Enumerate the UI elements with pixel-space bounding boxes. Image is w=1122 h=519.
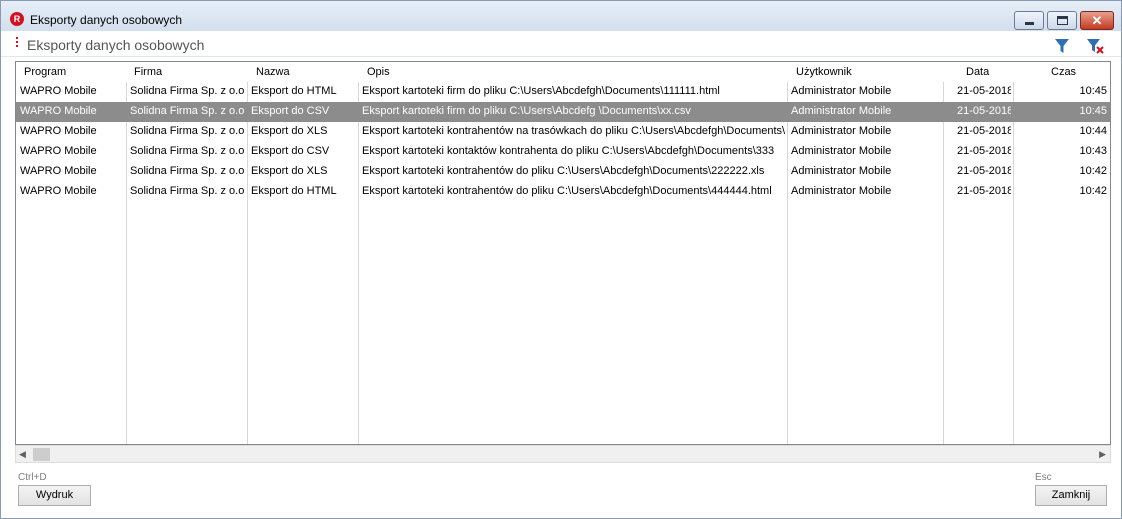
drag-handle-icon bbox=[16, 37, 19, 51]
table-row[interactable]: WAPRO Mobile Solidna Firma Sp. z o.o. Eksp… bbox=[16, 122, 1110, 142]
close-button[interactable]: Zamknij bbox=[1035, 485, 1107, 506]
close-icon: ✕ bbox=[1091, 13, 1103, 28]
column-header-nazwa[interactable]: Nazwa bbox=[256, 66, 290, 78]
app-logo-icon: R bbox=[10, 12, 24, 26]
table-cell-firma: Solidna Firma Sp. z o.o. bbox=[130, 105, 244, 117]
table-cell-opis: Eksport kartoteki kontaktów kontrahenta … bbox=[362, 145, 775, 157]
table-cell-użytkownik: Administrator Mobile bbox=[791, 125, 892, 137]
table-row[interactable]: WAPRO Mobile Solidna Firma Sp. z o.o. Eksp… bbox=[16, 82, 1110, 102]
table-cell-nazwa: Eksport do HTML bbox=[251, 185, 337, 197]
table-row[interactable]: WAPRO Mobile Solidna Firma Sp. z o.o. Eksp… bbox=[16, 102, 1110, 122]
table-cell-nazwa: Eksport do CSV bbox=[251, 105, 330, 117]
column-header-data[interactable]: Data bbox=[966, 66, 989, 78]
table-cell-program: WAPRO Mobile bbox=[20, 85, 97, 97]
table-cell-data: 21-05-2018 bbox=[957, 125, 1011, 137]
table-cell-opis: Eksport kartoteki kontrahentów na trasów… bbox=[362, 125, 785, 137]
page-header: Eksporty danych osobowych bbox=[1, 31, 1121, 57]
table-cell-użytkownik: Administrator Mobile bbox=[791, 105, 892, 117]
table-cell-nazwa: Eksport do XLS bbox=[251, 125, 328, 137]
table-header: Program Firma Nazwa Opis Użytkownik Data… bbox=[16, 62, 1110, 82]
table-cell-czas: 10:45 bbox=[1079, 85, 1107, 97]
minimize-button[interactable] bbox=[1014, 11, 1044, 30]
table-cell-firma: Solidna Firma Sp. z o.o. bbox=[130, 165, 244, 177]
exports-table[interactable]: Program Firma Nazwa Opis Użytkownik Data… bbox=[15, 61, 1111, 445]
table-cell-data: 21-05-2018 bbox=[957, 185, 1011, 197]
column-header-uzytkownik[interactable]: Użytkownik bbox=[796, 66, 852, 78]
table-cell-data: 21-05-2018 bbox=[957, 85, 1011, 97]
title-bar[interactable]: R Eksporty danych osobowych ✕ bbox=[1, 1, 1121, 31]
column-header-program[interactable]: Program bbox=[24, 66, 66, 78]
close-shortcut-hint: Esc bbox=[1035, 472, 1052, 483]
table-cell-czas: 10:42 bbox=[1079, 185, 1107, 197]
window-title: Eksporty danych osobowych bbox=[30, 13, 183, 27]
column-header-firma[interactable]: Firma bbox=[134, 66, 162, 78]
print-shortcut-hint: Ctrl+D bbox=[18, 472, 47, 483]
table-cell-firma: Solidna Firma Sp. z o.o. bbox=[130, 125, 244, 137]
table-cell-firma: Solidna Firma Sp. z o.o. bbox=[130, 145, 244, 157]
table-cell-program: WAPRO Mobile bbox=[20, 185, 97, 197]
table-cell-data: 21-05-2018 bbox=[957, 145, 1011, 157]
minimize-icon bbox=[1025, 22, 1034, 25]
scroll-right-icon[interactable]: ▶ bbox=[1099, 449, 1106, 460]
table-cell-nazwa: Eksport do XLS bbox=[251, 165, 328, 177]
table-cell-program: WAPRO Mobile bbox=[20, 165, 97, 177]
table-cell-opis: Eksport kartoteki kontrahentów do pliku … bbox=[362, 165, 765, 177]
table-cell-program: WAPRO Mobile bbox=[20, 145, 97, 157]
table-cell-nazwa: Eksport do HTML bbox=[251, 85, 337, 97]
table-row[interactable]: WAPRO Mobile Solidna Firma Sp. z o.o. Eksp… bbox=[16, 142, 1110, 162]
table-cell-firma: Solidna Firma Sp. z o.o. bbox=[130, 185, 244, 197]
table-cell-użytkownik: Administrator Mobile bbox=[791, 85, 892, 97]
table-cell-opis: Eksport kartoteki firm do pliku C:\Users… bbox=[362, 105, 691, 117]
table-cell-data: 21-05-2018 bbox=[957, 105, 1011, 117]
table-cell-opis: Eksport kartoteki firm do pliku C:\Users… bbox=[362, 85, 720, 97]
table-row[interactable]: WAPRO Mobile Solidna Firma Sp. z o.o. Eksp… bbox=[16, 162, 1110, 182]
table-cell-użytkownik: Administrator Mobile bbox=[791, 185, 892, 197]
table-cell-data: 21-05-2018 bbox=[957, 165, 1011, 177]
table-cell-czas: 10:45 bbox=[1079, 105, 1107, 117]
scrollbar-thumb[interactable] bbox=[33, 448, 50, 461]
filter-icon[interactable] bbox=[1054, 38, 1070, 54]
print-button[interactable]: Wydruk bbox=[18, 485, 91, 506]
table-cell-opis: Eksport kartoteki kontrahentów do pliku … bbox=[362, 185, 772, 197]
scroll-left-icon[interactable]: ◀ bbox=[19, 449, 26, 460]
table-cell-czas: 10:44 bbox=[1079, 125, 1107, 137]
table-cell-program: WAPRO Mobile bbox=[20, 125, 97, 137]
table-row[interactable]: WAPRO Mobile Solidna Firma Sp. z o.o. Eksp… bbox=[16, 182, 1110, 202]
column-header-opis[interactable]: Opis bbox=[367, 66, 390, 78]
table-cell-czas: 10:43 bbox=[1079, 145, 1107, 157]
maximize-icon bbox=[1057, 16, 1068, 25]
table-cell-użytkownik: Administrator Mobile bbox=[791, 165, 892, 177]
horizontal-scrollbar[interactable]: ◀ ▶ bbox=[15, 445, 1111, 463]
table-cell-program: WAPRO Mobile bbox=[20, 105, 97, 117]
table-cell-użytkownik: Administrator Mobile bbox=[791, 145, 892, 157]
column-header-czas[interactable]: Czas bbox=[1051, 66, 1076, 78]
table-cell-firma: Solidna Firma Sp. z o.o. bbox=[130, 85, 244, 97]
export-window: R Eksporty danych osobowych ✕ Eksporty d… bbox=[0, 0, 1122, 519]
table-cell-czas: 10:42 bbox=[1079, 165, 1107, 177]
close-window-button[interactable]: ✕ bbox=[1080, 11, 1114, 30]
table-cell-nazwa: Eksport do CSV bbox=[251, 145, 330, 157]
filter-clear-icon[interactable] bbox=[1086, 38, 1104, 54]
maximize-button[interactable] bbox=[1047, 11, 1077, 30]
page-title: Eksporty danych osobowych bbox=[27, 37, 205, 53]
